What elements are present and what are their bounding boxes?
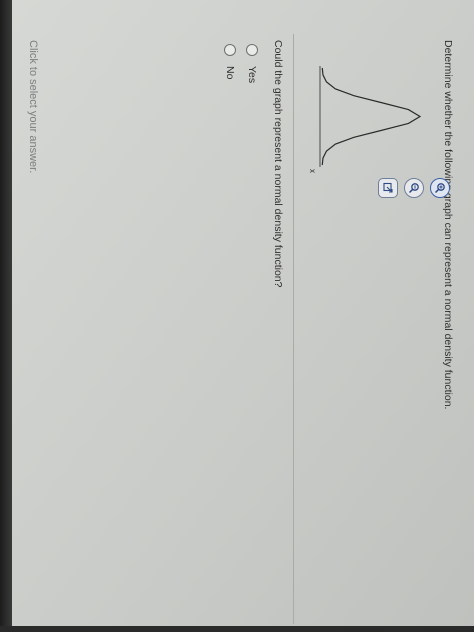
option-yes[interactable]: Yes bbox=[246, 44, 258, 83]
screen: Determine whether the following graph ca… bbox=[12, 0, 474, 626]
question-panel: Determine whether the following graph ca… bbox=[12, 0, 474, 626]
zoom-out-button[interactable] bbox=[404, 178, 424, 198]
density-curve bbox=[321, 67, 422, 166]
option-no[interactable]: No bbox=[224, 44, 236, 79]
option-yes-label: Yes bbox=[246, 66, 258, 84]
zoom-in-icon bbox=[434, 183, 445, 194]
section-divider bbox=[293, 34, 294, 624]
screen-bezel-left bbox=[0, 0, 12, 632]
popout-icon bbox=[383, 182, 393, 193]
popout-button[interactable] bbox=[378, 178, 398, 198]
instruction-text: Determine whether the following graph ca… bbox=[442, 40, 454, 410]
radio-no[interactable] bbox=[224, 44, 236, 56]
x-axis-label: x bbox=[308, 169, 317, 173]
screen-bezel-bottom bbox=[0, 626, 474, 632]
question-text: Could the graph represent a normal densi… bbox=[272, 40, 284, 288]
radio-yes[interactable] bbox=[246, 44, 258, 56]
zoom-out-icon bbox=[408, 183, 419, 194]
zoom-in-button[interactable] bbox=[430, 178, 450, 198]
hint-text: Click to select your answer. bbox=[27, 40, 39, 174]
density-graph: x bbox=[308, 66, 422, 173]
option-no-label: No bbox=[224, 66, 236, 80]
